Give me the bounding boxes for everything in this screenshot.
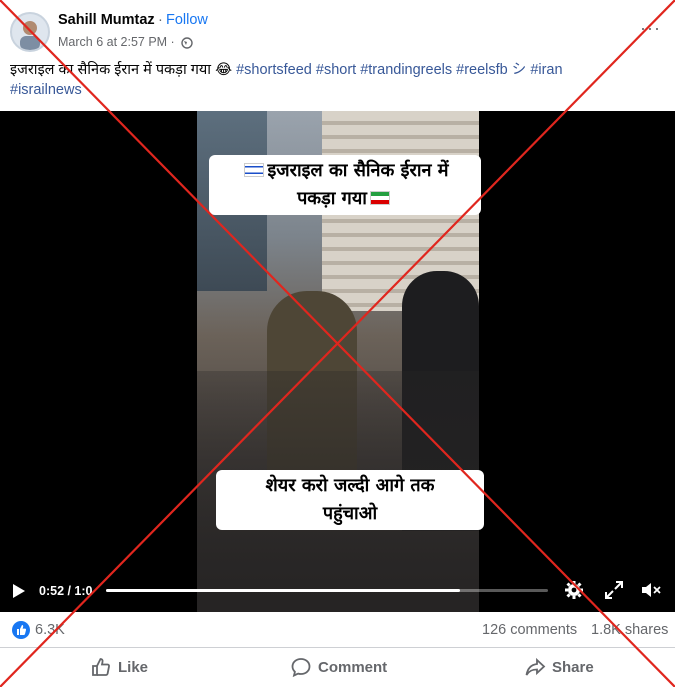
like-label: Like [118,659,149,676]
hashtag-link[interactable]: #israilnews [10,82,82,98]
overlay-top-line1: इजराइल का सैनिक ईरान में [267,160,449,181]
author-name[interactable]: Sahill Mumtaz [58,12,155,28]
like-count[interactable]: 6.3K [35,622,65,638]
overlay-top-line2: पकड़ा गया [297,188,367,209]
post-header: Sahill Mumtaz · Follow March 6 at 2:57 P… [0,0,675,56]
hashtag-link[interactable]: #short [316,62,356,78]
hashtag-link[interactable]: #reelsfb シ [456,62,526,78]
overlay-bottom-line1: शेयर करो जल्दी आगे तक [265,475,435,496]
post-actions: Like Comment Share [0,648,675,687]
comment-bubble-icon [291,658,311,678]
globe-icon [181,36,193,54]
like-reaction-icon[interactable] [12,621,30,639]
hashtag-link[interactable]: #trandingreels [360,62,452,78]
video-progress-fill [106,589,460,592]
share-label: Share [552,659,594,676]
hashtag-link[interactable]: #shortsfeed [236,62,312,78]
like-button[interactable]: Like [90,656,160,680]
israel-flag-icon [244,163,265,177]
follow-button[interactable]: Follow [166,12,208,28]
video-overlay-top: इजराइल का सैनिक ईरान में पकड़ा गया [209,155,481,215]
more-options-icon[interactable]: ··· [640,18,661,39]
comment-button[interactable]: Comment [290,656,400,680]
iran-flag-icon [369,191,390,205]
video-controls: 0:52 / 1:0 [0,573,675,609]
video-overlay-bottom: शेयर करो जल्दी आगे तक पहुंचाओ [216,470,484,530]
hashtag-link[interactable]: #iran [530,62,562,78]
post-timestamp[interactable]: March 6 at 2:57 PM · [58,35,175,49]
comment-label: Comment [318,659,388,676]
post-caption: इजराइल का सैनिक ईरान में पकड़ा गया 😂 #sh… [10,60,660,100]
caption-text: इजराइल का सैनिक ईरान में पकड़ा गया 😂 [10,62,237,78]
video-progress-bar[interactable] [106,589,548,592]
share-count[interactable]: 1.8K shares [591,622,668,638]
play-icon[interactable] [12,583,26,604]
mute-icon[interactable] [640,580,662,605]
overlay-bottom-line2: पहुंचाओ [322,503,378,524]
share-arrow-icon [525,657,546,676]
post-stats: 6.3K 126 comments 1.8K shares [0,613,675,648]
fullscreen-icon[interactable] [604,580,624,605]
video-time: 0:52 / 1:0 [39,584,93,598]
settings-icon[interactable] [564,580,584,605]
share-button[interactable]: Share [524,656,604,680]
author-avatar[interactable] [10,12,50,52]
video-player[interactable]: इजराइल का सैनिक ईरान में पकड़ा गया शेयर … [0,111,675,612]
thumbs-up-icon [92,658,110,676]
avatar-image [20,21,40,50]
comment-count[interactable]: 126 comments [482,622,577,638]
follow-separator: · [158,12,163,28]
facebook-post: Sahill Mumtaz · Follow March 6 at 2:57 P… [0,0,675,687]
